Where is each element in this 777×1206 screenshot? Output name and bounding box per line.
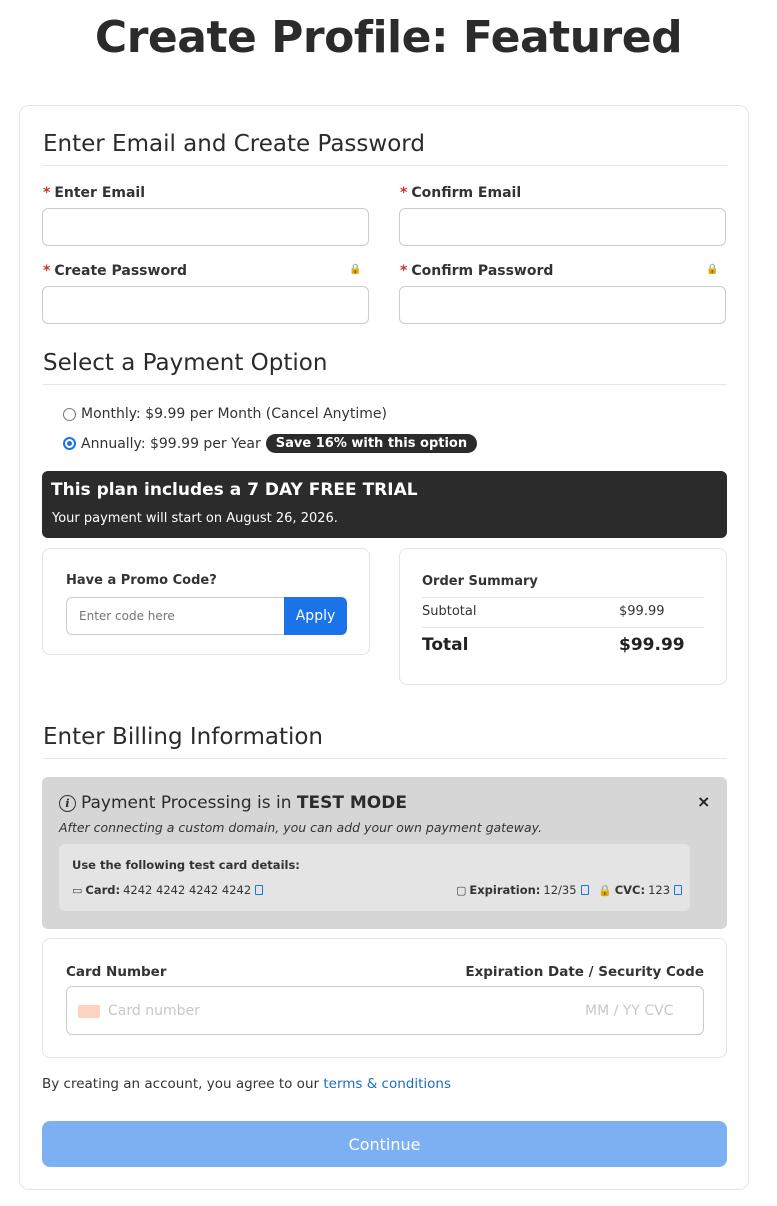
total-label: Total [422,635,469,655]
test-details-title: Use the following test card details: [72,858,300,872]
copy-icon[interactable] [674,885,683,895]
required-mark: * [43,185,51,201]
credit-card-icon [78,1005,100,1018]
cvc-lock-icon: 🔒 [598,883,612,897]
email-label: * Enter Email [43,185,146,201]
card-number-input[interactable]: Card number MM / YY CVC [66,986,704,1035]
subtotal-value: $99.99 [619,604,665,619]
calendar-icon: ▢ [456,883,467,897]
close-icon[interactable]: × [697,792,710,811]
confirm-email-input[interactable] [399,208,726,246]
summary-divider [422,627,704,628]
confirm-email-label: * Confirm Email [400,185,522,201]
email-input[interactable] [42,208,369,246]
info-icon: i [59,794,76,812]
test-mode-label: TEST MODE [296,793,407,813]
terms-link[interactable]: terms & conditions [323,1076,451,1092]
profile-form-card: Enter Email and Create Password * Enter E… [19,105,749,1190]
credit-card-icon: ▭ [72,883,83,897]
radio-monthly[interactable] [63,407,76,421]
trial-title: This plan includes a 7 DAY FREE TRIAL [51,480,418,500]
savings-badge: Save 16% with this option [265,434,478,453]
confirm-password-label: * Confirm Password [400,263,554,279]
promo-title: Have a Promo Code? [66,573,217,588]
test-card-expiration: ▢ Expiration: 12/35 [456,883,589,897]
payment-option-annual[interactable]: Annually: $99.99 per Year Save 16% with … [63,434,478,453]
summary-divider [422,597,704,598]
trial-subtitle: Your payment will start on August 26, 20… [52,511,338,526]
copy-icon[interactable] [580,885,589,895]
confirm-password-input[interactable] [399,286,726,324]
card-number-placeholder: Card number [108,1003,200,1019]
summary-title: Order Summary [422,574,538,589]
test-card-cvc: 🔒 CVC: 123 [598,883,683,897]
payment-option-monthly[interactable]: Monthly: $9.99 per Month (Cancel Anytime… [63,406,387,422]
payment-section-heading: Select a Payment Option [43,350,727,385]
required-mark: * [400,263,408,279]
apply-button[interactable]: Apply [284,597,347,635]
password-label: * Create Password [43,263,187,279]
test-mode-subtitle: After connecting a custom domain, you ca… [59,820,543,835]
exp-security-label: Expiration Date / Security Code [465,964,704,980]
card-entry-box: Card Number Expiration Date / Security C… [42,938,727,1058]
copy-icon[interactable] [255,885,264,895]
total-value: $99.99 [619,635,685,655]
payment-option-label: Monthly: $9.99 per Month (Cancel Anytime… [81,406,387,422]
test-mode-notice: i Payment Processing is in TEST MODE × A… [42,777,727,929]
promo-code-input[interactable] [66,597,285,635]
account-section-heading: Enter Email and Create Password [43,131,727,166]
page-title: Create Profile: Featured [94,12,683,63]
radio-annual[interactable] [63,437,76,450]
password-input[interactable] [42,286,369,324]
required-mark: * [400,185,408,201]
continue-button[interactable]: Continue [42,1121,727,1167]
card-number-label: Card Number [66,964,167,980]
lock-icon: 🔒 [706,264,719,275]
order-summary-box: Order Summary Subtotal $99.99 Total $99.… [399,548,727,685]
payment-option-label: Annually: $99.99 per Year [81,435,261,452]
exp-cvc-placeholder: MM / YY CVC [585,1003,674,1019]
lock-icon: 🔒 [349,264,362,275]
subtotal-label: Subtotal [422,604,477,619]
test-card-number: ▭ Card: 4242 4242 4242 4242 [72,883,264,897]
promo-code-box: Have a Promo Code? Apply [42,548,370,655]
billing-section-heading: Enter Billing Information [43,724,727,759]
test-mode-title: i Payment Processing is in TEST MODE [59,793,407,813]
required-mark: * [43,263,51,279]
free-trial-banner: This plan includes a 7 DAY FREE TRIAL Yo… [42,471,727,538]
test-card-details: Use the following test card details: ▭ C… [59,844,690,911]
terms-text: By creating an account, you agree to our… [42,1076,452,1092]
